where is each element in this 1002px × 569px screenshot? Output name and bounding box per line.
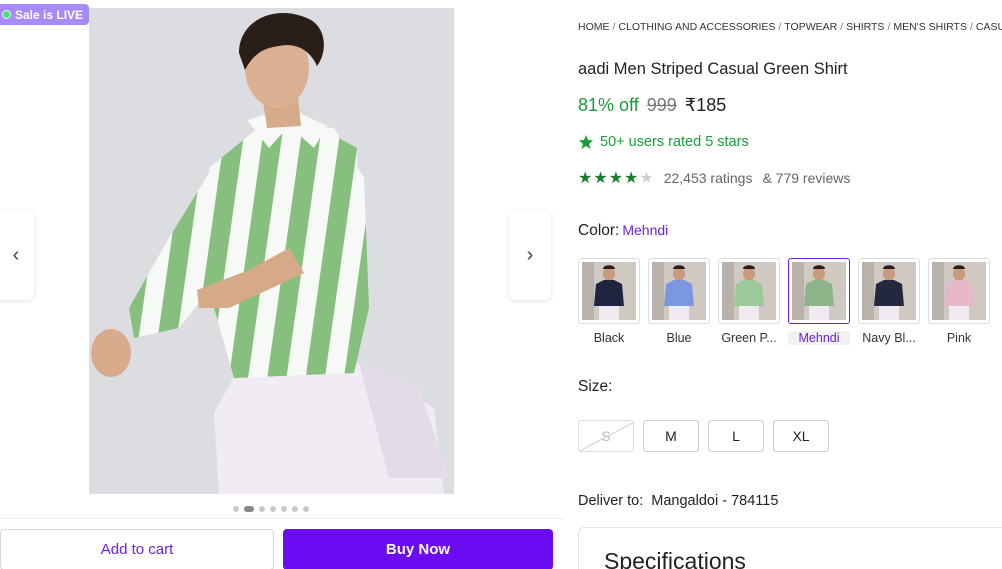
carousel-dots — [233, 506, 309, 512]
product-image[interactable] — [89, 8, 454, 494]
size-options: S M L XL — [578, 420, 829, 452]
star-icon: ★ — [578, 170, 593, 187]
star-rating: ★ ★ ★ ★ ★ — [578, 168, 654, 188]
breadcrumb: HOME / CLOTHING AND ACCESSORIES / TOPWEAR / SH… — [578, 21, 1002, 33]
specifications-title: Specifications — [604, 548, 746, 569]
color-option-label: Black — [593, 331, 625, 345]
color-option-label: Green P... — [721, 331, 777, 345]
size-option-xl[interactable]: XL — [773, 420, 829, 452]
buy-now-button[interactable]: Buy Now — [283, 529, 553, 569]
color-label: Color: — [578, 222, 620, 239]
carousel-dot[interactable] — [233, 506, 239, 512]
color-thumbnail — [858, 258, 920, 324]
ratings-count: 22,453 ratings — [663, 170, 753, 186]
sale-badge-label: Sale is LIVE — [15, 7, 84, 22]
product-title: aadi Men Striped Casual Green Shirt — [578, 60, 848, 78]
product-page: Sale is LIVE ‹ › Add to cart Buy Now HOM… — [0, 0, 1002, 569]
breadcrumb-item[interactable]: MEN'S SHIRTS — [893, 21, 967, 33]
star-icon: ★ — [624, 170, 639, 187]
color-thumbnail — [578, 258, 640, 324]
color-thumbnail — [928, 258, 990, 324]
size-option-s: S — [578, 420, 634, 452]
add-to-cart-button[interactable]: Add to cart — [0, 529, 274, 569]
live-dot-icon — [2, 10, 11, 19]
star-icon: ★ — [593, 170, 608, 187]
price-row: 81% off 999 ₹185 — [578, 95, 726, 116]
color-thumbnail — [718, 258, 780, 324]
color-option-label: Pink — [946, 331, 972, 345]
action-bar: Add to cart Buy Now — [0, 518, 565, 569]
color-option[interactable]: Green P... — [718, 258, 780, 345]
reviews-count: & 779 reviews — [762, 170, 851, 186]
star-icon: ★ — [639, 170, 654, 187]
breadcrumb-item[interactable]: TOPWEAR — [784, 21, 837, 33]
color-option-label: Blue — [666, 331, 692, 345]
color-option[interactable]: Mehndi — [788, 258, 850, 345]
selling-price: ₹185 — [684, 95, 727, 115]
image-gallery: Sale is LIVE ‹ › Add to cart Buy Now — [0, 0, 565, 569]
mrp-price: 999 — [646, 95, 677, 115]
color-option[interactable]: Blue — [648, 258, 710, 345]
breadcrumb-separator: / — [887, 21, 891, 33]
size-option-l[interactable]: L — [708, 420, 764, 452]
color-option-label: Navy Bl... — [862, 331, 916, 345]
star-icon: ★ — [608, 170, 624, 187]
product-photo-illustration — [89, 8, 454, 494]
color-heading: Color: Mehndi — [578, 222, 668, 240]
rated-badge: 50+ users rated 5 stars — [578, 134, 749, 150]
sale-badge: Sale is LIVE — [0, 4, 90, 25]
carousel-dot[interactable] — [281, 506, 287, 512]
carousel-dot[interactable] — [303, 506, 309, 512]
color-thumbnail — [648, 258, 710, 324]
deliver-label: Deliver to: — [578, 493, 644, 509]
breadcrumb-separator: / — [969, 21, 973, 33]
selected-color: Mehndi — [622, 222, 669, 238]
delivery-location[interactable]: Mangaldoi - 784115 — [651, 493, 778, 509]
breadcrumb-item[interactable]: HOME — [578, 21, 610, 33]
color-option[interactable]: Black — [578, 258, 640, 345]
size-option-m[interactable]: M — [643, 420, 699, 452]
chevron-right-icon: › — [526, 243, 534, 266]
breadcrumb-item[interactable]: CASUAL S — [976, 21, 1002, 33]
specifications-card: Specifications — [578, 527, 1002, 569]
rating-summary[interactable]: ★ ★ ★ ★ ★ 22,453 ratings & 779 reviews — [578, 168, 850, 188]
breadcrumb-separator: / — [612, 21, 616, 33]
product-details: HOME / CLOTHING AND ACCESSORIES / TOPWEAR / SH… — [578, 0, 1002, 569]
breadcrumb-separator: / — [778, 21, 782, 33]
color-options: Black Blue Green P... Mehndi Navy Bl... Pink — [578, 258, 990, 345]
discount-label: 81% off — [578, 95, 639, 115]
color-option[interactable]: Pink — [928, 258, 990, 345]
carousel-dot[interactable] — [292, 506, 298, 512]
size-label: Size: — [578, 378, 613, 395]
rated-badge-label: 50+ users rated 5 stars — [600, 134, 749, 150]
chevron-left-icon: ‹ — [12, 243, 20, 266]
color-option-label: Mehndi — [788, 331, 850, 345]
breadcrumb-item[interactable]: SHIRTS — [846, 21, 884, 33]
next-image-button[interactable]: › — [509, 210, 551, 300]
breadcrumb-item[interactable]: CLOTHING AND ACCESSORIES — [618, 21, 775, 33]
carousel-dot[interactable] — [259, 506, 265, 512]
color-thumbnail — [788, 258, 850, 324]
color-option[interactable]: Navy Bl... — [858, 258, 920, 345]
delivery-info: Deliver to: Mangaldoi - 784115 — [578, 493, 778, 509]
prev-image-button[interactable]: ‹ — [0, 210, 34, 300]
breadcrumb-separator: / — [840, 21, 844, 33]
carousel-dot[interactable] — [270, 506, 276, 512]
star-burst-icon — [579, 135, 593, 149]
carousel-dot[interactable] — [244, 506, 254, 512]
